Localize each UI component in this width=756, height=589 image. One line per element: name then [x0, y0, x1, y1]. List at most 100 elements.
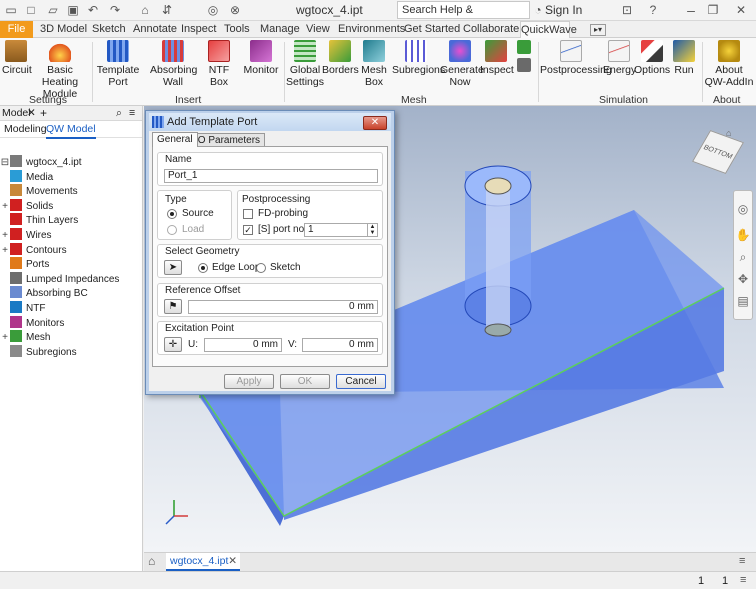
expand-icon[interactable]: ⊟ — [0, 156, 10, 170]
home-tab-icon[interactable]: ⌂ — [148, 554, 155, 568]
about-qw-addin-button[interactable]: About QW-AddIn — [704, 40, 754, 88]
expand-icon[interactable]: + — [0, 200, 10, 214]
sign-in-link[interactable]: Sign In — [545, 3, 582, 17]
subregions-button[interactable]: Subregions — [392, 40, 445, 76]
app-menu-icon[interactable]: ▭ — [4, 3, 18, 17]
look-at-icon[interactable]: ▤ — [735, 293, 751, 309]
borders-button[interactable]: Borders — [322, 40, 359, 76]
sketch-radio[interactable] — [256, 263, 266, 273]
apply-button[interactable]: Apply — [224, 374, 274, 389]
global-settings-button[interactable]: Global Settings — [286, 40, 324, 88]
tab-3d-model[interactable]: 3D Model — [40, 22, 87, 38]
tree-item-ports[interactable]: Ports — [0, 257, 49, 271]
edge-loop-radio[interactable] — [198, 263, 208, 273]
tab-general[interactable]: General — [152, 132, 198, 147]
close-icon[interactable]: ✕ — [734, 3, 748, 17]
absorbing-wall-button[interactable]: Absorbing Wall — [150, 40, 197, 88]
tab-file[interactable]: File — [0, 21, 33, 38]
generate-now-button[interactable]: Generate Now — [440, 40, 484, 88]
tree-item-wires[interactable]: + Wires — [0, 228, 52, 242]
cart-icon[interactable]: ⊡ — [620, 3, 634, 17]
open-icon[interactable]: ▱ — [46, 3, 60, 17]
add-panel-icon[interactable]: + — [40, 106, 47, 120]
excitation-point-button[interactable]: ✛ — [164, 337, 182, 352]
tab-sketch[interactable]: Sketch — [92, 22, 126, 38]
undo-icon[interactable]: ↶ — [86, 3, 100, 17]
tree-item-contours[interactable]: + Contours — [0, 242, 67, 258]
tab-environments[interactable]: Environments — [338, 22, 405, 38]
tree-item-subregions[interactable]: Subregions — [0, 344, 77, 359]
tree-item-solids[interactable]: + Solids — [0, 198, 53, 214]
redo-icon[interactable]: ↷ — [108, 3, 122, 17]
dialog-close-button[interactable]: ✕ — [363, 116, 387, 130]
tab-quickwave[interactable]: QuickWave — [520, 21, 577, 39]
tree-item-ntf[interactable]: NTF — [0, 301, 45, 315]
browser-menu-icon[interactable]: ≡ — [129, 106, 135, 120]
expand-icon[interactable]: + — [0, 331, 10, 345]
tree-item-mesh[interactable]: + Mesh — [0, 330, 50, 344]
s-port-number-input[interactable]: 1 ▲ ▼ — [304, 223, 378, 237]
template-port-button[interactable]: Template Port — [96, 40, 140, 88]
cancel-button[interactable]: Cancel — [336, 374, 386, 389]
new-icon[interactable]: □ — [24, 3, 38, 17]
panel-toggle-icon[interactable]: ▸▾ — [590, 24, 606, 36]
reference-offset-input[interactable]: 0 mm — [188, 300, 378, 314]
update-icon[interactable]: ⇵ — [160, 3, 174, 17]
tree-item-media[interactable]: Media — [0, 169, 53, 184]
tree-item-thin-layers[interactable]: Thin Layers — [0, 213, 78, 227]
run-button[interactable]: Run — [672, 40, 696, 76]
u-coordinate-input[interactable]: 0 mm — [204, 338, 282, 352]
load-radio[interactable] — [167, 225, 177, 235]
pan-icon[interactable]: ✋ — [735, 227, 751, 243]
tab-manage[interactable]: Manage — [260, 22, 300, 38]
user-icon[interactable]: ◔ — [531, 3, 545, 17]
mesh-extra-button-2[interactable] — [514, 58, 534, 74]
home-icon[interactable]: ⌂ — [138, 3, 152, 17]
reference-offset-button[interactable]: ⚑ — [164, 299, 182, 314]
maximize-icon[interactable]: ❐ — [706, 3, 720, 17]
expand-icon[interactable]: + — [0, 229, 10, 243]
tree-item-absorbing-bc[interactable]: Absorbing BC — [0, 286, 88, 300]
name-input[interactable]: Port_1 — [164, 169, 378, 183]
tab-menu-icon[interactable]: ≡ — [739, 555, 745, 567]
spinner-icon[interactable]: ▲ ▼ — [367, 224, 377, 236]
help-icon[interactable]: ? — [646, 3, 660, 17]
close-tab-icon[interactable]: ✕ — [228, 553, 237, 569]
tab-inspect[interactable]: Inspect — [181, 22, 216, 38]
status-menu-icon[interactable]: ≡ — [740, 574, 746, 586]
ok-button[interactable]: OK — [280, 374, 330, 389]
zoom-icon[interactable]: ⌕ — [735, 249, 751, 265]
tab-qw-model[interactable]: QW Model — [46, 121, 96, 139]
monitor-button[interactable]: Monitor — [242, 40, 280, 76]
expand-icon[interactable]: + — [0, 244, 10, 258]
steering-wheel-icon[interactable]: ◎ — [735, 201, 751, 217]
tab-annotate[interactable]: Annotate — [133, 22, 177, 38]
inspect-mesh-button[interactable]: Inspect — [480, 40, 514, 76]
tab-modeling[interactable]: Modeling — [4, 121, 47, 137]
tree-item-monitors[interactable]: Monitors — [0, 315, 64, 330]
ntf-box-button[interactable]: NTF Box — [200, 40, 238, 88]
postprocessing-button[interactable]: Postprocessing — [540, 40, 612, 76]
tab-io-parameters[interactable]: IO Parameters — [190, 133, 266, 147]
search-input[interactable]: Search Help & Commands... — [397, 1, 530, 32]
options-button[interactable]: Options — [634, 40, 670, 76]
close-browser-icon[interactable]: ✕ — [27, 106, 36, 120]
select-geometry-button[interactable]: ➤ — [164, 260, 182, 275]
mesh-extra-button-1[interactable] — [514, 40, 534, 56]
tab-tools[interactable]: Tools — [224, 22, 250, 38]
document-tab[interactable]: wgtocx_4.ipt ✕ — [166, 553, 240, 571]
tab-view[interactable]: View — [306, 22, 330, 38]
basic-heating-module-button[interactable]: Basic Heating Module — [32, 40, 88, 100]
tab-get-started[interactable]: Get Started — [404, 22, 460, 38]
search-browser-icon[interactable]: ⌕ — [116, 106, 122, 120]
energy-button[interactable]: Energy — [603, 40, 636, 76]
fd-probing-checkbox[interactable] — [243, 209, 253, 219]
s-port-checkbox[interactable]: ✓ — [243, 225, 253, 235]
circuit-button[interactable]: Circuit — [2, 40, 32, 76]
tab-collaborate[interactable]: Collaborate — [463, 22, 519, 38]
material-icon[interactable]: ◎ — [206, 3, 220, 17]
tree-item-lumped-impedances[interactable]: Lumped Impedances — [0, 271, 119, 286]
home-view-icon[interactable]: ⌂ — [726, 128, 731, 138]
orbit-icon[interactable]: ✥ — [735, 271, 751, 287]
tree-item-root-part[interactable]: ⊟ wgtocx_4.ipt — [0, 155, 82, 169]
